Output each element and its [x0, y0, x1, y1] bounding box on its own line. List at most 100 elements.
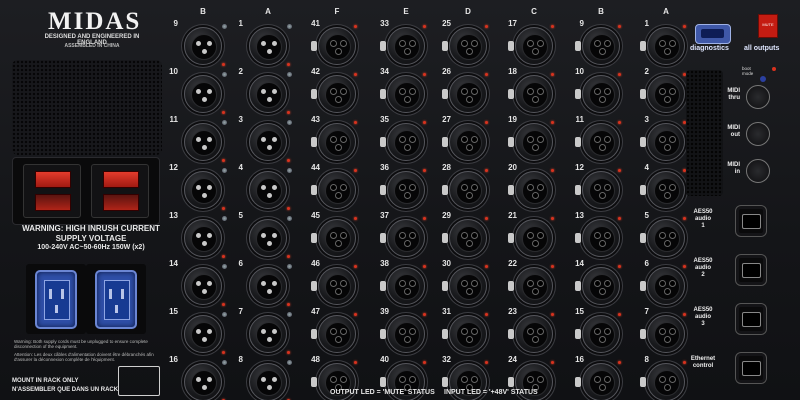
- power-inlet-1[interactable]: [35, 270, 77, 329]
- output-connector[interactable]: [184, 27, 222, 65]
- input-connector[interactable]: [640, 27, 685, 65]
- xlr-socket-hole: [340, 328, 347, 335]
- xlr-socket-hole: [599, 240, 606, 247]
- input-connector[interactable]: [311, 219, 356, 257]
- input-connector[interactable]: [311, 267, 356, 305]
- xlr-pin: [266, 241, 272, 246]
- input-number-label: 21: [508, 211, 517, 220]
- input-connector[interactable]: [508, 27, 553, 65]
- midi-port[interactable]: [746, 122, 770, 146]
- network-port[interactable]: [735, 352, 767, 384]
- input-connector[interactable]: [575, 171, 620, 209]
- input-connector[interactable]: [640, 123, 685, 161]
- output-connector[interactable]: [249, 123, 287, 161]
- network-port[interactable]: [735, 303, 767, 335]
- input-connector[interactable]: [575, 123, 620, 161]
- input-connector[interactable]: [640, 363, 685, 400]
- input-connector[interactable]: [508, 315, 553, 353]
- xlr-socket-hole: [537, 280, 544, 287]
- output-connector[interactable]: [249, 171, 287, 209]
- xlr-socket-hole: [466, 288, 473, 295]
- input-connector[interactable]: [640, 171, 685, 209]
- input-connector[interactable]: [442, 315, 487, 353]
- xlr-socket-hole: [399, 40, 406, 47]
- output-connector[interactable]: [184, 267, 222, 305]
- xlr-socket-hole: [594, 184, 601, 191]
- power-inlet-2[interactable]: [95, 270, 137, 329]
- midi-port[interactable]: [746, 159, 770, 183]
- input-connector[interactable]: [575, 27, 620, 65]
- input-connector[interactable]: [380, 315, 425, 353]
- output-connector[interactable]: [184, 363, 222, 400]
- input-connector[interactable]: [311, 171, 356, 209]
- input-connector[interactable]: [380, 75, 425, 113]
- input-connector[interactable]: [575, 315, 620, 353]
- output-mute-led: [287, 351, 290, 354]
- power-switch-1[interactable]: [35, 171, 71, 188]
- xlr-socket-hole: [399, 88, 406, 95]
- diagnostics-port[interactable]: [695, 24, 731, 44]
- input-connector[interactable]: [311, 123, 356, 161]
- input-connector[interactable]: [380, 123, 425, 161]
- network-port[interactable]: [735, 205, 767, 237]
- output-connector[interactable]: [184, 315, 222, 353]
- xlr-pin: [201, 241, 207, 246]
- input-connector[interactable]: [575, 267, 620, 305]
- xlr-insert: [522, 34, 548, 60]
- xlr-insert: [589, 34, 615, 60]
- output-number-label: 6: [238, 259, 243, 268]
- input-connector[interactable]: [575, 363, 620, 400]
- input-connector[interactable]: [311, 75, 356, 113]
- mute-all-outputs-button[interactable]: MUTE: [758, 14, 778, 38]
- input-connector[interactable]: [508, 75, 553, 113]
- input-connector[interactable]: [640, 267, 685, 305]
- output-connector[interactable]: [184, 171, 222, 209]
- input-connector[interactable]: [442, 267, 487, 305]
- input-connector[interactable]: [311, 315, 356, 353]
- input-connector[interactable]: [575, 219, 620, 257]
- output-connector[interactable]: [249, 75, 287, 113]
- output-connector[interactable]: [184, 123, 222, 161]
- input-column-header: E: [403, 7, 409, 16]
- power-switch-2[interactable]: [103, 171, 139, 188]
- input-connector[interactable]: [640, 75, 685, 113]
- input-connector[interactable]: [575, 75, 620, 113]
- input-connector[interactable]: [442, 219, 487, 257]
- midi-port[interactable]: [746, 85, 770, 109]
- input-connector[interactable]: [508, 219, 553, 257]
- output-mute-led: [222, 111, 225, 114]
- output-connector[interactable]: [184, 75, 222, 113]
- input-connector[interactable]: [380, 171, 425, 209]
- rack-mount-notice-en: MOUNT IN RACK ONLY: [12, 378, 79, 384]
- input-connector[interactable]: [508, 267, 553, 305]
- xlr-latch: [575, 329, 581, 339]
- input-phantom-led: [551, 265, 554, 268]
- input-connector[interactable]: [442, 123, 487, 161]
- input-connector[interactable]: [442, 27, 487, 65]
- input-number-label: 11: [575, 115, 584, 124]
- input-connector[interactable]: [508, 123, 553, 161]
- input-connector[interactable]: [311, 27, 356, 65]
- input-connector[interactable]: [442, 171, 487, 209]
- xlr-socket-hole: [669, 328, 676, 335]
- input-connector[interactable]: [640, 315, 685, 353]
- input-connector[interactable]: [508, 171, 553, 209]
- output-connector[interactable]: [249, 267, 287, 305]
- output-connector[interactable]: [249, 219, 287, 257]
- power-inlet-2-housing: [86, 264, 146, 334]
- midi-label: MIDI out: [716, 125, 740, 139]
- output-connector[interactable]: [249, 363, 287, 400]
- input-connector[interactable]: [640, 219, 685, 257]
- output-connector[interactable]: [184, 219, 222, 257]
- input-connector[interactable]: [442, 75, 487, 113]
- input-connector[interactable]: [380, 219, 425, 257]
- input-connector[interactable]: [380, 27, 425, 65]
- output-connector[interactable]: [249, 315, 287, 353]
- input-connector[interactable]: [380, 267, 425, 305]
- xlr-socket-hole: [664, 144, 671, 151]
- boot-mode-button[interactable]: [760, 76, 766, 82]
- input-number-label: 32: [442, 355, 451, 364]
- network-port[interactable]: [735, 254, 767, 286]
- input-phantom-led: [423, 217, 426, 220]
- output-connector[interactable]: [249, 27, 287, 65]
